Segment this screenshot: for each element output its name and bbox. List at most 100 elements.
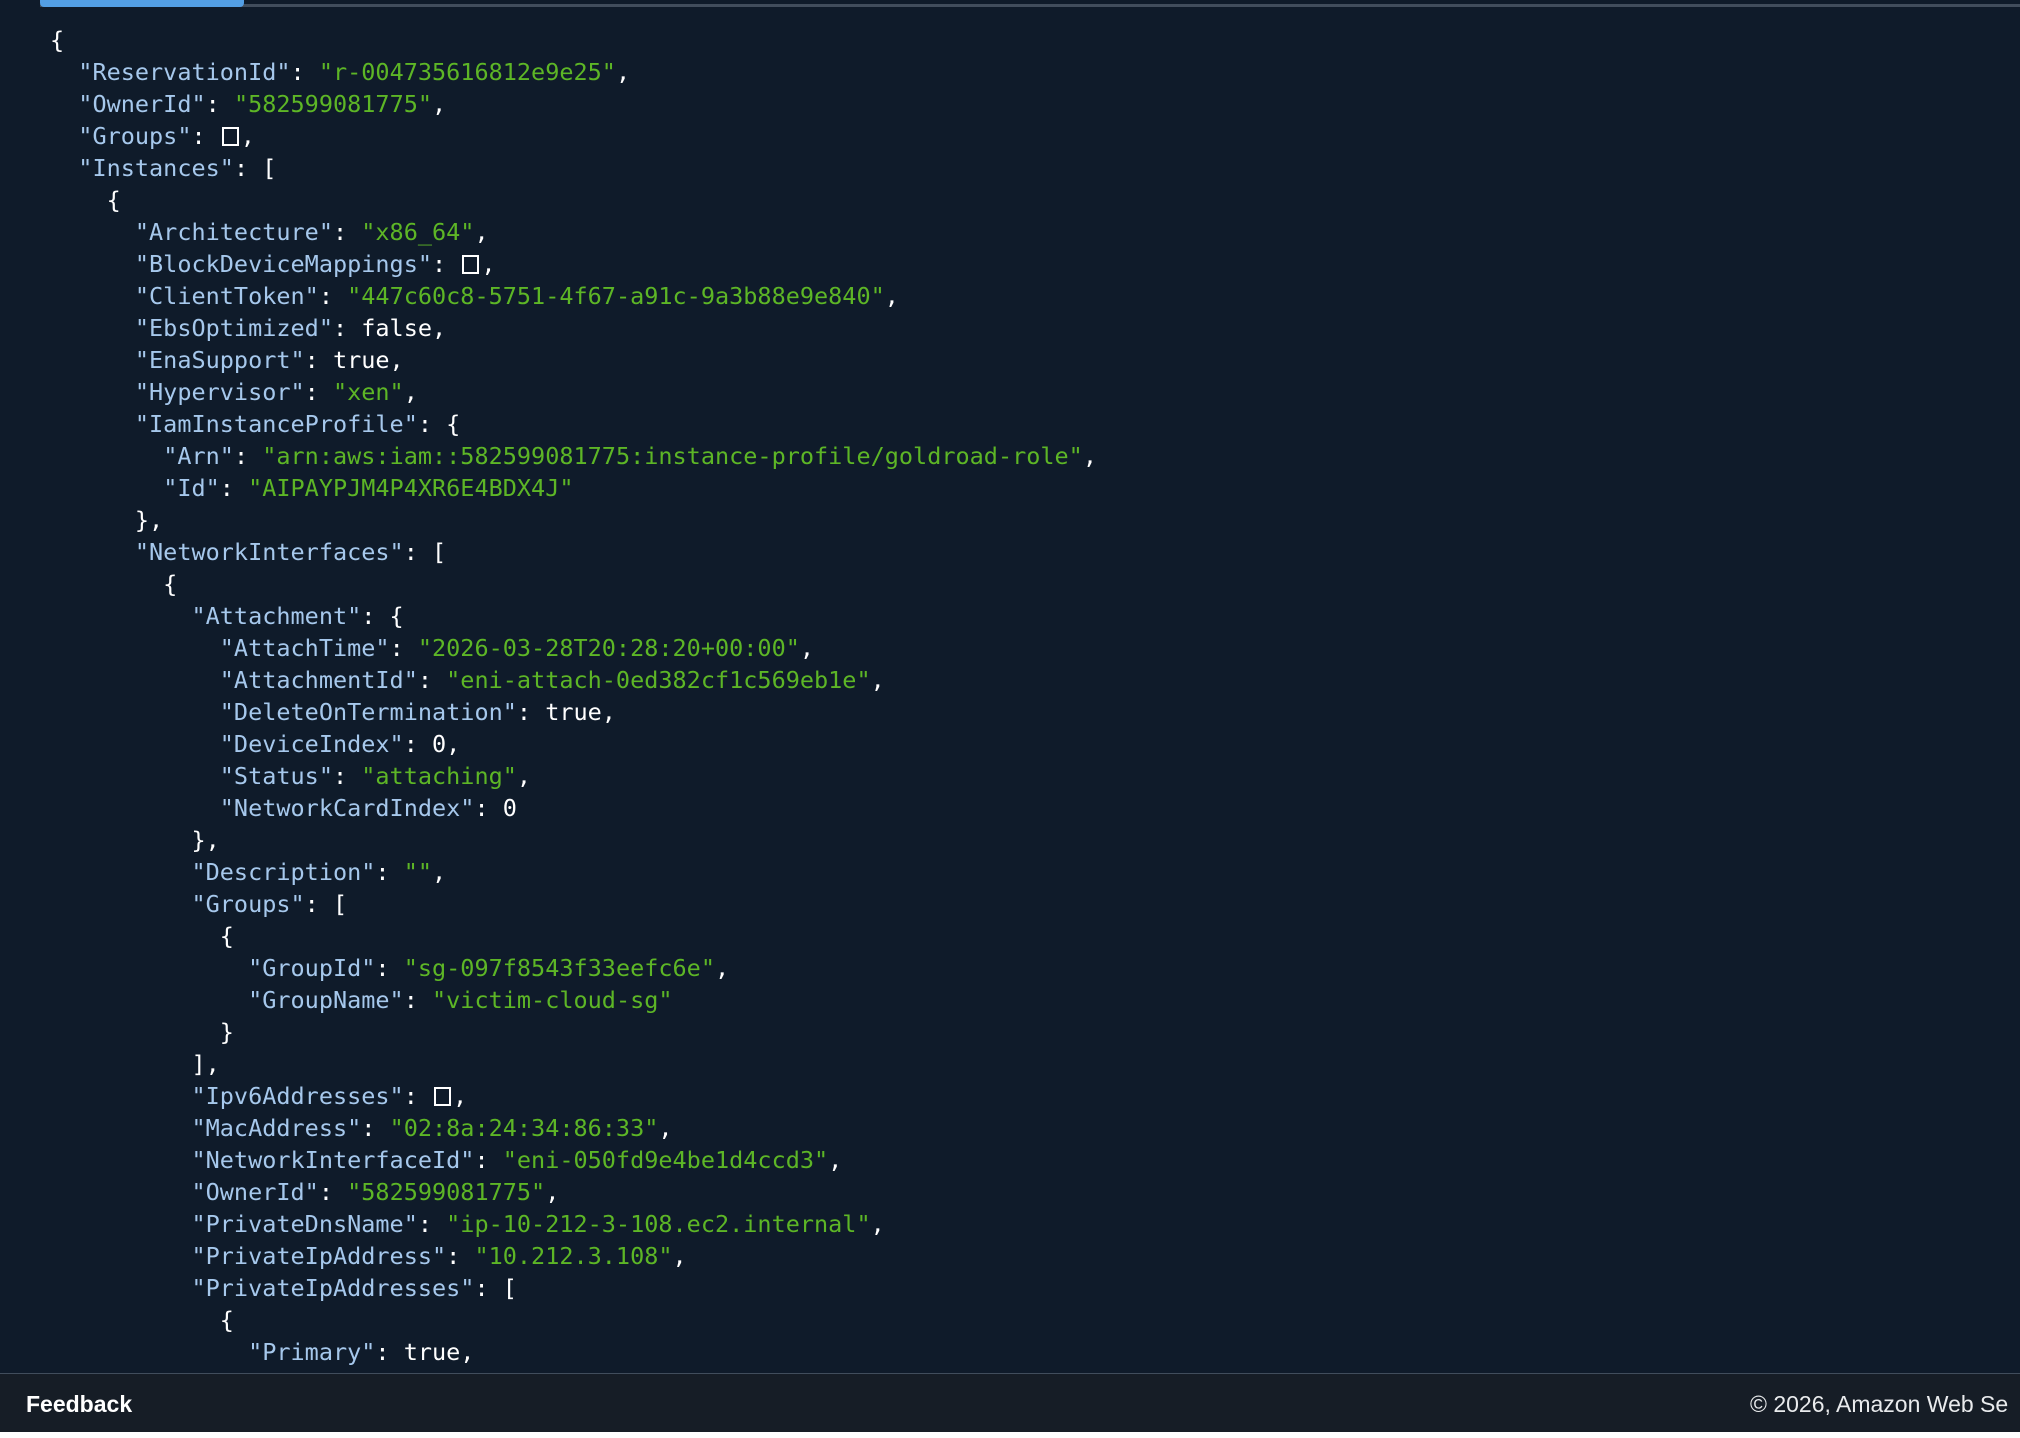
json-output-line: { bbox=[50, 184, 1097, 216]
json-output-line: "GroupId": "sg-097f8543f33eefc6e", bbox=[50, 952, 1097, 984]
json-punctuation: , bbox=[516, 762, 532, 790]
bottom-edge bbox=[0, 1432, 2020, 1438]
json-punctuation bbox=[50, 442, 163, 470]
json-punctuation bbox=[50, 1082, 191, 1110]
json-output-line: "Id": "AIPAYPJM4P4XR6E4BDX4J" bbox=[50, 472, 1097, 504]
json-punctuation: , bbox=[240, 122, 255, 150]
json-output-line: "EbsOptimized": false, bbox=[50, 312, 1097, 344]
json-output-line: "Primary": true, bbox=[50, 1336, 1097, 1368]
json-punctuation: { bbox=[50, 186, 121, 214]
json-key: "NetworkInterfaces" bbox=[134, 538, 404, 566]
json-punctuation bbox=[50, 698, 220, 726]
json-key: "DeleteOnTermination" bbox=[219, 698, 517, 726]
copyright-text: © 2026, Amazon Web Se bbox=[1750, 1391, 2009, 1417]
loading-progress-track bbox=[40, 4, 2020, 7]
json-punctuation bbox=[50, 538, 135, 566]
json-punctuation: : bbox=[375, 954, 404, 982]
json-punctuation: : [ bbox=[233, 154, 277, 182]
json-key: "OwnerId" bbox=[191, 1178, 319, 1206]
json-punctuation: : bbox=[205, 90, 234, 118]
json-punctuation bbox=[50, 314, 135, 342]
json-punctuation: , bbox=[672, 1242, 687, 1270]
json-punctuation: : bbox=[219, 474, 249, 502]
json-output-line: "Ipv6Addresses": , bbox=[50, 1080, 1097, 1112]
json-punctuation: }, bbox=[50, 826, 220, 854]
json-key: "Groups" bbox=[78, 122, 192, 150]
json-output-line: "PrivateIpAddress": "10.212.3.108", bbox=[50, 1240, 1097, 1272]
json-punctuation: , bbox=[714, 954, 730, 982]
json-output-line: { bbox=[50, 920, 1097, 952]
json-string-value: "447c60c8-5751-4f67-a91c-9a3b88e9e840" bbox=[347, 282, 885, 310]
json-output-line: "OwnerId": "582599081775", bbox=[50, 1176, 1097, 1208]
json-key: "DeviceIndex" bbox=[219, 730, 404, 758]
json-punctuation: : bbox=[389, 634, 418, 662]
json-punctuation: : true, bbox=[304, 346, 404, 374]
json-key: "Description" bbox=[191, 858, 376, 886]
json-output-line: "ClientToken": "447c60c8-5751-4f67-a91c-… bbox=[50, 280, 1097, 312]
json-key: "Id" bbox=[163, 474, 220, 502]
json-punctuation bbox=[50, 730, 220, 758]
json-output-line: "IamInstanceProfile": { bbox=[50, 408, 1097, 440]
json-punctuation: , bbox=[658, 1114, 673, 1142]
json-punctuation: : bbox=[290, 58, 319, 86]
json-punctuation: { bbox=[50, 922, 234, 950]
empty-array-glyph bbox=[221, 127, 239, 146]
json-punctuation: , bbox=[481, 250, 496, 278]
json-output-line: { bbox=[50, 568, 1097, 600]
loading-progress-bar bbox=[40, 0, 244, 7]
json-output-line: "NetworkInterfaces": [ bbox=[50, 536, 1097, 568]
json-key: "PrivateDnsName" bbox=[191, 1210, 418, 1238]
json-string-value: "arn:aws:iam::582599081775:instance-prof… bbox=[262, 442, 1083, 470]
json-punctuation: : 0 bbox=[474, 794, 517, 822]
json-punctuation bbox=[50, 474, 163, 502]
json-key: "MacAddress" bbox=[191, 1114, 362, 1142]
json-key: "Hypervisor" bbox=[134, 378, 305, 406]
json-punctuation: , bbox=[403, 378, 418, 406]
json-punctuation: : bbox=[474, 1146, 503, 1174]
terminal-output-area[interactable]: - - { "ReservationId": "r-004735616812e9… bbox=[0, 8, 2020, 1373]
json-key: "PrivateIpAddresses" bbox=[191, 1274, 475, 1302]
json-key: "AttachTime" bbox=[219, 634, 390, 662]
json-punctuation bbox=[50, 602, 191, 630]
feedback-link[interactable]: Feedback bbox=[26, 1390, 132, 1418]
json-punctuation: , bbox=[884, 282, 899, 310]
json-punctuation: , bbox=[1082, 442, 1097, 470]
json-punctuation: , bbox=[545, 1178, 560, 1206]
json-punctuation: { bbox=[50, 570, 178, 598]
json-key: "PrivateIpAddress" bbox=[191, 1242, 447, 1270]
json-punctuation: , bbox=[799, 634, 815, 662]
json-output-line: "Arn": "arn:aws:iam::582599081775:instan… bbox=[50, 440, 1097, 472]
json-output-line: "Groups": , bbox=[50, 120, 1097, 152]
json-key: "Ipv6Addresses" bbox=[191, 1082, 404, 1110]
json-punctuation bbox=[50, 858, 191, 886]
json-string-value: "582599081775" bbox=[347, 1178, 546, 1206]
json-output-line: "Groups": [ bbox=[50, 888, 1097, 920]
json-key: "NetworkInterfaceId" bbox=[191, 1146, 475, 1174]
json-punctuation: : bbox=[304, 378, 333, 406]
json-output: { "ReservationId": "r-004735616812e9e25"… bbox=[50, 24, 1097, 1368]
json-punctuation bbox=[50, 282, 135, 310]
json-punctuation bbox=[50, 154, 78, 182]
json-key: "ClientToken" bbox=[134, 282, 319, 310]
json-output-line: "PrivateIpAddresses": [ bbox=[50, 1272, 1097, 1304]
json-punctuation bbox=[50, 346, 135, 374]
json-punctuation: : [ bbox=[474, 1274, 517, 1302]
json-punctuation: : bbox=[417, 1210, 447, 1238]
json-punctuation bbox=[50, 666, 220, 694]
json-punctuation bbox=[50, 58, 78, 86]
truncated-output-line: - - bbox=[324, 12, 360, 22]
json-output-line: { bbox=[50, 24, 1097, 56]
json-punctuation: : bbox=[403, 986, 433, 1014]
json-key: "EbsOptimized" bbox=[134, 314, 333, 342]
json-string-value: "2026-03-28T20:28:20+00:00" bbox=[417, 634, 800, 662]
json-output-line: }, bbox=[50, 824, 1097, 856]
json-key: "IamInstanceProfile" bbox=[134, 410, 418, 438]
json-string-value: "10.212.3.108" bbox=[474, 1242, 673, 1270]
json-punctuation bbox=[50, 1114, 191, 1142]
json-punctuation: : bbox=[417, 666, 447, 694]
json-punctuation bbox=[50, 410, 135, 438]
json-punctuation: : true, bbox=[375, 1338, 475, 1366]
json-output-line: "BlockDeviceMappings": , bbox=[50, 248, 1097, 280]
json-output-line: }, bbox=[50, 504, 1097, 536]
json-output-line: "DeviceIndex": 0, bbox=[50, 728, 1097, 760]
